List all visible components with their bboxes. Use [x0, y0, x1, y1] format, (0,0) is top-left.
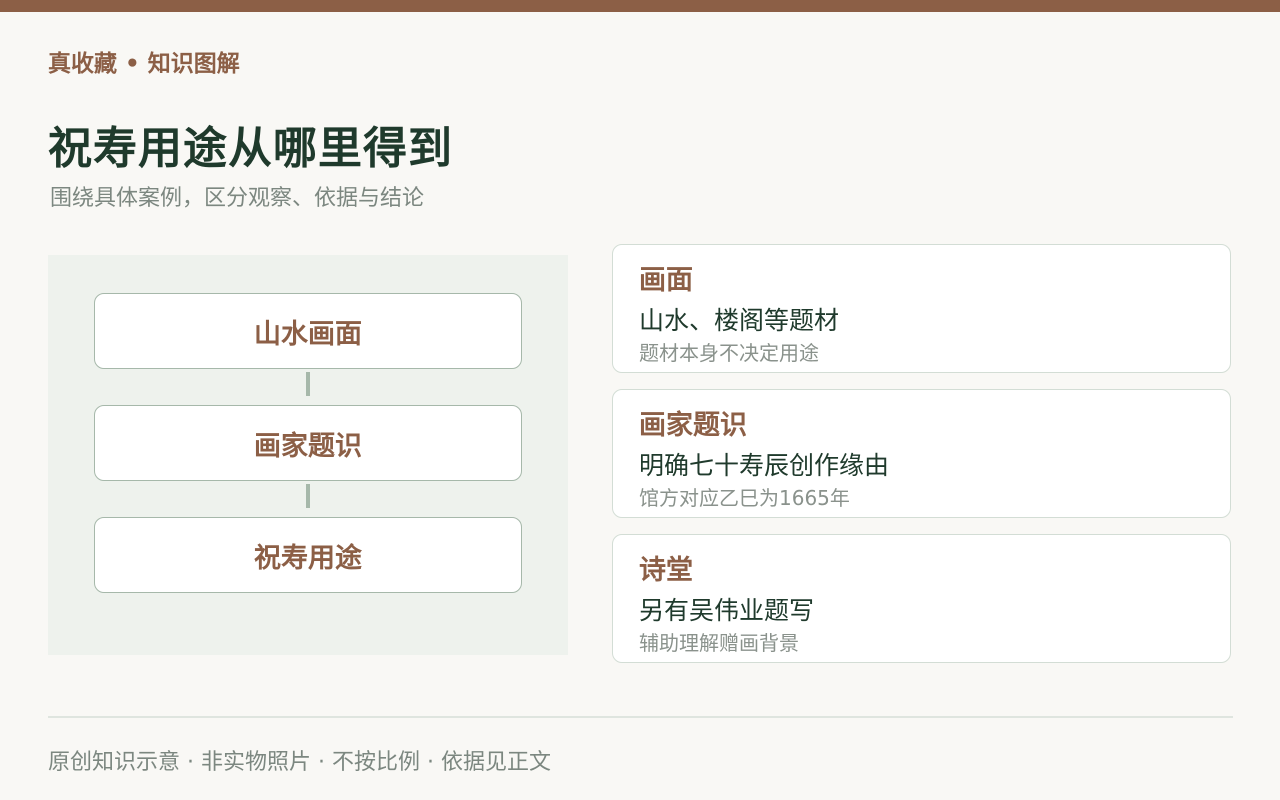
- top-accent-bar: [0, 0, 1280, 12]
- flow-connector: [306, 484, 310, 508]
- card-title: 诗堂: [639, 555, 693, 586]
- flow-connector: [306, 372, 310, 396]
- card-note: 辅助理解赠画背景: [639, 631, 799, 655]
- card-note: 题材本身不决定用途: [639, 341, 819, 365]
- card-title: 画家题识: [639, 410, 747, 441]
- footer-note: 原创知识示意 · 非实物照片 · 不按比例 · 依据见正文: [48, 750, 551, 775]
- footer-divider: [48, 716, 1233, 718]
- flow-step-inscription: 画家题识: [94, 405, 522, 481]
- card-main-text: 明确七十寿辰创作缘由: [639, 451, 890, 480]
- page-subtitle: 围绕具体案例，区分观察、依据与结论: [50, 186, 425, 211]
- card-main-text: 山水、楼阁等题材: [639, 306, 840, 335]
- card-title: 画面: [639, 265, 693, 296]
- flow-panel: 山水画面 画家题识 祝寿用途: [48, 255, 568, 655]
- flow-step-landscape: 山水画面: [94, 293, 522, 369]
- evidence-card-poem-hall: 诗堂 另有吴伟业题写 辅助理解赠画背景: [612, 534, 1231, 663]
- card-note: 馆方对应乙巳为1665年: [639, 486, 850, 510]
- evidence-card-inscription: 画家题识 明确七十寿辰创作缘由 馆方对应乙巳为1665年: [612, 389, 1231, 518]
- brand-label: 真收藏 • 知识图解: [48, 51, 240, 77]
- flow-step-birthday-use: 祝寿用途: [94, 517, 522, 593]
- card-main-text: 另有吴伟业题写: [639, 596, 815, 625]
- evidence-card-painting: 画面 山水、楼阁等题材 题材本身不决定用途: [612, 244, 1231, 373]
- page-title: 祝寿用途从哪里得到: [48, 123, 453, 174]
